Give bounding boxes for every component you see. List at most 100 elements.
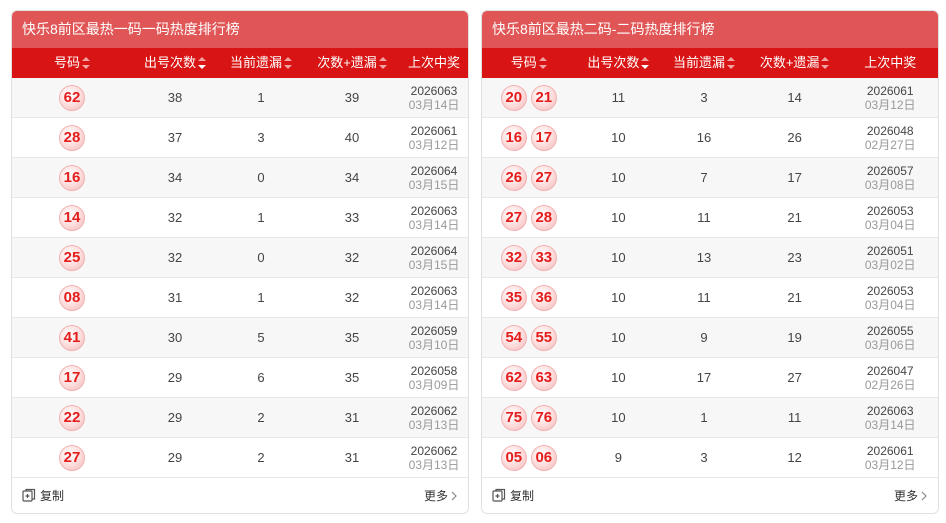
- number-ball: 63: [530, 364, 557, 391]
- sort-icon[interactable]: [198, 56, 206, 69]
- number-ball: 62: [59, 84, 85, 111]
- miss-cell: 2: [257, 450, 265, 465]
- last-win-cell: 2026061 03月12日: [400, 124, 468, 152]
- sum-cell: 31: [344, 450, 360, 465]
- last-win-cell: 2026064 03月15日: [400, 164, 468, 192]
- ball-group: 22: [12, 404, 132, 431]
- table-row: 35 36 10 11 21 2026053 03月04日: [482, 278, 938, 318]
- last-win-cell: 2026051 03月02日: [842, 244, 938, 272]
- last-win-issue: 2026053: [866, 283, 914, 298]
- page: 快乐8前区最热一码一码热度排行榜 号码 出号次数 当前遗漏 次数+遗漏 上次中奖 62 38 1…: [0, 0, 946, 523]
- last-win-date: 03月12日: [864, 457, 916, 472]
- number-cell: 20 21: [482, 84, 576, 111]
- number-ball: 16: [59, 164, 85, 191]
- number-cell: 05 06: [482, 444, 576, 471]
- sort-icon[interactable]: [538, 56, 547, 69]
- sum-cell: 40: [344, 130, 360, 145]
- number-cell: 08: [12, 284, 132, 311]
- number-cell: 27: [12, 444, 132, 471]
- count-cell: 34: [167, 170, 183, 185]
- count-cell: 29: [167, 450, 183, 465]
- last-win-date: 03月13日: [408, 417, 460, 432]
- column-header[interactable]: 当前遗漏: [218, 48, 304, 78]
- miss-cell: 5: [257, 330, 265, 345]
- miss-cell: 1: [700, 410, 708, 425]
- sort-icon[interactable]: [727, 56, 736, 69]
- number-ball: 32: [500, 244, 527, 271]
- number-ball: 36: [530, 284, 557, 311]
- column-header: 上次中奖: [400, 48, 468, 78]
- number-ball: 05: [500, 444, 527, 471]
- number-ball: 62: [500, 364, 527, 391]
- sort-icon[interactable]: [82, 56, 90, 69]
- column-header[interactable]: 号码: [482, 48, 576, 78]
- number-ball: 27: [530, 164, 557, 191]
- last-win-issue: 2026061: [866, 443, 914, 458]
- number-ball: 14: [59, 204, 85, 231]
- more-link[interactable]: 更多: [424, 487, 458, 504]
- miss-cell: 16: [696, 130, 712, 145]
- sort-icon[interactable]: [641, 56, 650, 69]
- table-row: 17 29 6 35 2026058 03月09日: [12, 358, 468, 398]
- last-win-issue: 2026055: [866, 323, 914, 338]
- column-header[interactable]: 当前遗漏: [661, 48, 747, 78]
- last-win-issue: 2026063: [410, 283, 458, 298]
- column-header-label: 当前遗漏: [229, 55, 282, 70]
- number-ball: 54: [500, 324, 527, 351]
- sort-icon[interactable]: [378, 56, 387, 69]
- number-ball: 22: [59, 404, 85, 431]
- ball-group: 16 17: [482, 124, 576, 151]
- table-row: 26 27 10 7 17 2026057 03月08日: [482, 158, 938, 198]
- column-header[interactable]: 次数+遗漏: [747, 48, 843, 78]
- number-ball: 41: [59, 324, 85, 351]
- copy-button[interactable]: 复制: [492, 487, 534, 504]
- count-cell: 38: [167, 90, 183, 105]
- copy-icon: [22, 488, 36, 502]
- last-win-issue: 2026048: [866, 123, 914, 138]
- number-cell: 14: [12, 204, 132, 231]
- count-cell: 9: [614, 450, 623, 465]
- number-cell: 35 36: [482, 284, 576, 311]
- column-header[interactable]: 号码: [12, 48, 132, 78]
- column-header-label: 出号次数: [587, 55, 640, 70]
- count-cell: 32: [167, 210, 183, 225]
- table-row: 25 32 0 32 2026064 03月15日: [12, 238, 468, 278]
- last-win-date: 03月08日: [864, 177, 916, 192]
- column-header-label: 上次中奖: [407, 55, 460, 70]
- ball-group: 62 63: [482, 364, 576, 391]
- miss-cell: 9: [700, 330, 708, 345]
- sort-icon[interactable]: [284, 56, 292, 69]
- column-header[interactable]: 出号次数: [132, 48, 218, 78]
- sort-icon[interactable]: [821, 56, 830, 69]
- count-cell: 10: [611, 410, 626, 425]
- last-win-issue: 2026063: [410, 83, 458, 98]
- column-header[interactable]: 出号次数: [576, 48, 662, 78]
- miss-cell: 1: [257, 210, 265, 225]
- sum-cell: 32: [344, 290, 360, 305]
- sum-cell: 23: [787, 250, 802, 265]
- ball-group: 54 55: [482, 324, 576, 351]
- miss-cell: 1: [257, 90, 265, 105]
- count-cell: 10: [611, 290, 626, 305]
- miss-cell: 11: [697, 210, 711, 225]
- number-cell: 54 55: [482, 324, 576, 351]
- count-cell: 11: [611, 90, 626, 105]
- miss-cell: 2: [257, 410, 265, 425]
- last-win-date: 03月15日: [408, 257, 460, 272]
- last-win-date: 03月04日: [864, 297, 916, 312]
- last-win-cell: 2026063 03月14日: [400, 204, 468, 232]
- number-cell: 25: [12, 244, 132, 271]
- number-ball: 35: [500, 284, 527, 311]
- last-win-cell: 2026048 02月27日: [842, 124, 938, 152]
- table-row: 32 33 10 13 23 2026051 03月02日: [482, 238, 938, 278]
- column-header[interactable]: 次数+遗漏: [304, 48, 400, 78]
- copy-button[interactable]: 复制: [22, 487, 64, 504]
- miss-cell: 17: [696, 370, 712, 385]
- last-win-date: 03月14日: [408, 297, 460, 312]
- number-cell: 16 17: [482, 124, 576, 151]
- sum-cell: 39: [344, 90, 360, 105]
- more-link[interactable]: 更多: [894, 487, 928, 504]
- last-win-date: 03月12日: [408, 137, 460, 152]
- count-cell: 10: [611, 130, 626, 145]
- last-win-cell: 2026064 03月15日: [400, 244, 468, 272]
